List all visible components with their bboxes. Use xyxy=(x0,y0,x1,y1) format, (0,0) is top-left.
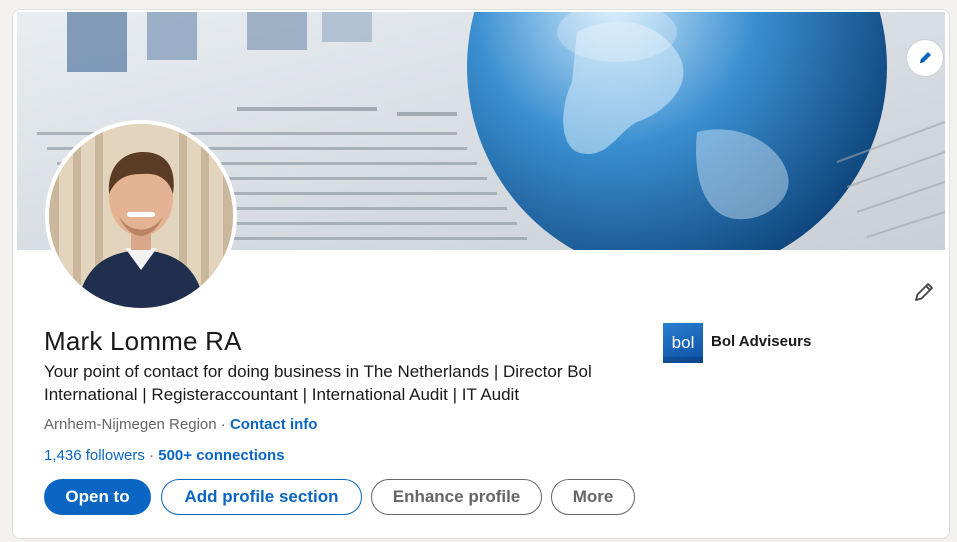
network-stats: 1,436 followers · 500+ connections xyxy=(44,447,285,464)
company-logo: bol xyxy=(663,320,703,363)
enhance-profile-button[interactable]: Enhance profile xyxy=(371,479,542,515)
add-profile-section-button[interactable]: Add profile section xyxy=(161,479,362,515)
network-separator: · xyxy=(149,447,155,464)
location-text: Arnhem-Nijmegen Region xyxy=(44,416,217,433)
current-company[interactable]: bol Bol Adviseurs xyxy=(663,320,811,363)
pencil-icon xyxy=(912,280,936,309)
connections-link[interactable]: 500+ connections xyxy=(158,447,284,464)
location-separator: · xyxy=(220,416,226,433)
profile-name: Mark Lomme RA xyxy=(44,326,242,356)
profile-photo[interactable] xyxy=(45,120,237,312)
profile-card: Mark Lomme RA Your point of contact for … xyxy=(12,9,950,539)
edit-banner-button[interactable] xyxy=(907,40,943,76)
avatar-image xyxy=(49,124,233,308)
company-name: Bol Adviseurs xyxy=(711,333,812,350)
contact-info-link[interactable]: Contact info xyxy=(230,416,318,433)
edit-intro-button[interactable] xyxy=(906,276,942,312)
open-to-button[interactable]: Open to xyxy=(44,479,151,515)
profile-headline: Your point of contact for doing business… xyxy=(44,362,592,404)
location-line: Arnhem-Nijmegen Region · Contact info xyxy=(44,416,317,433)
more-button[interactable]: More xyxy=(551,479,635,515)
followers-link[interactable]: 1,436 followers xyxy=(44,447,145,464)
pencil-icon xyxy=(917,50,933,66)
